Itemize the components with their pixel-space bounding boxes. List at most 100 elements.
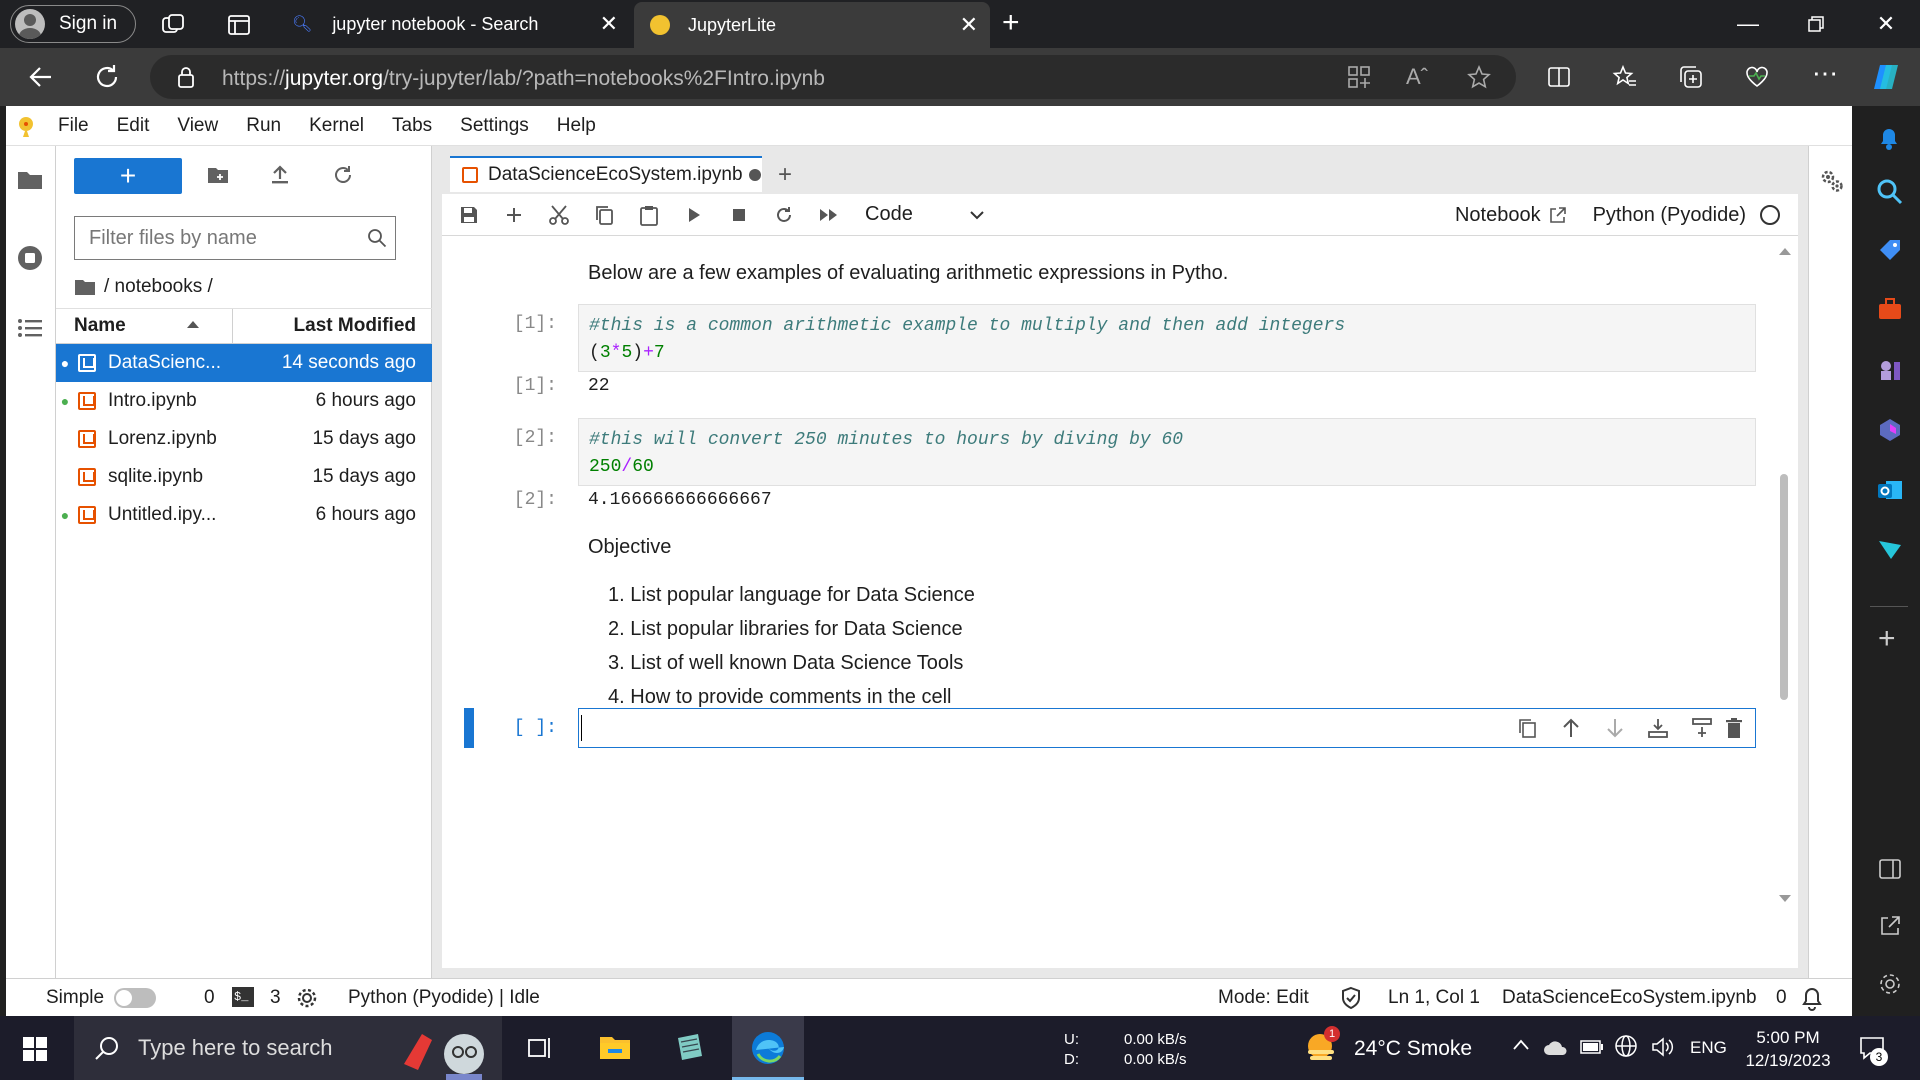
- chevron-up-icon[interactable]: [1512, 1038, 1530, 1052]
- input-language[interactable]: ENG: [1690, 1038, 1727, 1058]
- table-of-contents-icon[interactable]: [16, 316, 44, 340]
- insert-above-icon[interactable]: [1647, 717, 1669, 739]
- filter-files-box[interactable]: [74, 216, 396, 260]
- weather-text[interactable]: 24°C Smoke: [1354, 1037, 1472, 1061]
- taskbar-search-input[interactable]: [138, 1035, 358, 1061]
- split-screen-icon[interactable]: [1546, 64, 1572, 90]
- notification-bell-icon[interactable]: [1800, 985, 1824, 1011]
- kernel-count[interactable]: 3: [270, 987, 281, 1009]
- restart-kernel-icon[interactable]: [761, 205, 806, 225]
- menu-tabs[interactable]: Tabs: [392, 115, 432, 137]
- paste-clipboard-icon[interactable]: [626, 204, 671, 226]
- copy-icon[interactable]: [581, 204, 626, 226]
- vertical-scrollbar-thumb[interactable]: [1780, 474, 1788, 700]
- workspaces-icon[interactable]: [160, 12, 186, 38]
- bell-icon[interactable]: [1876, 124, 1902, 152]
- kernel-gear-icon[interactable]: [296, 987, 318, 1009]
- unsaved-dot-icon[interactable]: [748, 169, 761, 181]
- shopping-tag-icon[interactable]: [1876, 236, 1904, 264]
- file-row[interactable]: Lorenz.ipynb 15 days ago: [56, 420, 432, 458]
- copilot-icon[interactable]: [1870, 62, 1902, 92]
- refresh-icon[interactable]: [92, 62, 122, 92]
- app-available-icon[interactable]: [1346, 64, 1372, 90]
- menu-settings[interactable]: Settings: [460, 115, 529, 137]
- external-link-icon[interactable]: [1878, 914, 1902, 938]
- restart-run-all-icon[interactable]: [806, 206, 851, 224]
- weather-smoke-icon[interactable]: 1: [1304, 1026, 1340, 1064]
- sidebar-settings-gear-icon[interactable]: [1878, 972, 1902, 996]
- outlook-icon[interactable]: [1876, 476, 1904, 504]
- minimize-button[interactable]: —: [1714, 0, 1782, 48]
- taskbar-search-box[interactable]: [74, 1016, 502, 1080]
- scroll-down-arrow-icon[interactable]: [1778, 894, 1792, 904]
- folder-icon[interactable]: [16, 168, 44, 192]
- close-window-button[interactable]: ✕: [1852, 0, 1920, 48]
- menu-file[interactable]: File: [58, 115, 89, 137]
- insert-cell-plus-icon[interactable]: [491, 206, 536, 224]
- tab-search[interactable]: 🔍︎ jupyter notebook - Search ✕: [280, 0, 630, 48]
- move-up-arrow-icon[interactable]: [1561, 717, 1581, 739]
- new-folder-icon[interactable]: [206, 164, 230, 186]
- column-modified-header[interactable]: Last Modified: [294, 315, 416, 337]
- vertical-tabs-icon[interactable]: [226, 12, 252, 38]
- run-cell-play-icon[interactable]: [671, 206, 716, 224]
- url-text[interactable]: https://jupyter.org/try-jupyter/lab/?pat…: [222, 67, 825, 91]
- more-options-icon[interactable]: ⋯: [1812, 58, 1838, 89]
- refresh-files-icon[interactable]: [332, 164, 354, 186]
- cell-type-dropdown[interactable]: Code: [865, 203, 985, 226]
- search-icon[interactable]: [1876, 178, 1904, 206]
- volume-speaker-icon[interactable]: [1650, 1036, 1674, 1058]
- interrupt-stop-icon[interactable]: [716, 207, 761, 223]
- breadcrumb-folder-icon[interactable]: [74, 278, 96, 296]
- windows-start-icon[interactable]: [22, 1036, 48, 1062]
- onedrive-cloud-icon[interactable]: [1542, 1038, 1570, 1058]
- close-icon[interactable]: ✕: [960, 12, 978, 38]
- task-view-icon[interactable]: [526, 1034, 554, 1062]
- cut-scissors-icon[interactable]: [536, 204, 581, 226]
- menu-help[interactable]: Help: [557, 115, 596, 137]
- scroll-up-arrow-icon[interactable]: [1778, 246, 1792, 256]
- delete-trash-icon[interactable]: [1725, 717, 1743, 739]
- editor-mode[interactable]: Mode: Edit: [1218, 987, 1309, 1009]
- network-globe-icon[interactable]: [1614, 1034, 1638, 1058]
- terminal-count[interactable]: 0: [204, 987, 215, 1009]
- file-row[interactable]: sqlite.ipynb 15 days ago: [56, 458, 432, 496]
- duplicate-cell-icon[interactable]: [1517, 717, 1537, 739]
- back-arrow-icon[interactable]: [26, 62, 56, 92]
- new-launcher-button[interactable]: +: [74, 158, 182, 194]
- new-tab-button[interactable]: +: [1002, 8, 1020, 38]
- close-icon[interactable]: ✕: [600, 11, 618, 37]
- notification-count[interactable]: 0: [1776, 987, 1787, 1009]
- objectives-list[interactable]: 1. List popular language for Data Scienc…: [608, 578, 975, 714]
- notification-center-icon[interactable]: 3: [1858, 1034, 1888, 1066]
- save-icon[interactable]: [446, 205, 491, 225]
- menu-run[interactable]: Run: [246, 115, 281, 137]
- tab-notebook[interactable]: DataScienceEcoSystem.ipynb: [450, 156, 762, 192]
- simple-mode-toggle[interactable]: [114, 988, 156, 1008]
- code-cell-1[interactable]: #this is a common arithmetic example to …: [578, 304, 1756, 372]
- favorite-star-icon[interactable]: [1466, 64, 1492, 90]
- restore-button[interactable]: [1782, 0, 1850, 48]
- open-in-notebook-link[interactable]: Notebook: [1455, 204, 1541, 227]
- intro-markdown-cell[interactable]: Below are a few examples of evaluating a…: [588, 262, 1228, 285]
- external-link-icon[interactable]: [1549, 206, 1567, 224]
- terminal-icon[interactable]: $_: [232, 987, 254, 1007]
- column-name-header[interactable]: Name: [74, 315, 126, 337]
- upload-icon[interactable]: [270, 164, 290, 186]
- sign-in-button[interactable]: Sign in: [10, 5, 136, 43]
- file-row[interactable]: ● Intro.ipynb 6 hours ago: [56, 382, 432, 420]
- edge-taskbar-button[interactable]: [732, 1016, 804, 1080]
- read-aloud-icon[interactable]: Aˆ: [1406, 64, 1428, 90]
- code-cell-2[interactable]: #this will convert 250 minutes to hours …: [578, 418, 1756, 486]
- new-tab-plus-button[interactable]: +: [768, 158, 802, 192]
- menu-view[interactable]: View: [177, 115, 218, 137]
- menu-edit[interactable]: Edit: [117, 115, 150, 137]
- hide-sidebar-icon[interactable]: [1878, 858, 1902, 880]
- collections-icon[interactable]: [1678, 64, 1704, 90]
- menu-kernel[interactable]: Kernel: [309, 115, 364, 137]
- tools-briefcase-icon[interactable]: [1876, 296, 1904, 322]
- file-row[interactable]: ● DataScienc... 14 seconds ago: [56, 344, 432, 382]
- battery-icon[interactable]: [1580, 1038, 1604, 1056]
- kernel-name[interactable]: Python (Pyodide): [1593, 204, 1746, 227]
- trusted-shield-icon[interactable]: [1340, 986, 1362, 1010]
